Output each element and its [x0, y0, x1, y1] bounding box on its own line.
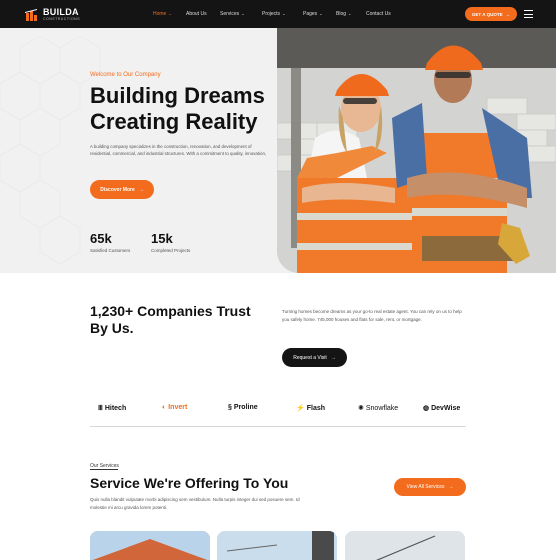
nav-pages-label: Pages	[303, 11, 318, 17]
get-a-quote-label: GET A QUOTE	[471, 11, 503, 17]
welcome-kicker: Welcome to Our Company	[90, 72, 161, 78]
stat-value: 65k	[90, 231, 112, 246]
logo[interactable]: BUILDA CONSTRUCTIONS	[25, 6, 80, 23]
nav-blog[interactable]: Blog ⌄	[336, 11, 352, 17]
devwise-logo-icon: ◍	[423, 405, 430, 412]
hitech-logo-icon: Ⅲ	[98, 405, 103, 412]
brand-name: Proline	[233, 404, 258, 411]
nav-home-label: Home	[153, 11, 167, 17]
nav-pages[interactable]: Pages ⌄	[303, 11, 323, 17]
service-card-roof-photo[interactable]	[90, 531, 210, 560]
nav-about-us[interactable]: About Us	[186, 11, 207, 17]
services-title: Service We're Offering To You	[90, 475, 289, 491]
invert-logo-icon: ◐	[162, 404, 167, 411]
service-card-site-photo[interactable]	[345, 531, 465, 560]
brand-name: Invert	[168, 404, 188, 411]
stat-label: Satisfied Customers	[90, 248, 131, 253]
chevron-down-icon: ⌄	[168, 11, 172, 16]
view-all-services-button[interactable]: View All Services →	[394, 478, 466, 496]
request-visit-label: Request a Visit	[293, 354, 327, 361]
chevron-down-icon: ⌄	[241, 11, 245, 16]
top-navbar: BUILDA CONSTRUCTIONS Home ⌄ About Us Ser…	[0, 0, 556, 28]
arrow-right-icon: →	[505, 11, 511, 17]
arrow-right-icon: →	[448, 484, 454, 490]
logo-tagline: CONSTRUCTIONS	[43, 16, 81, 21]
headline-line-1: Building Dreams	[90, 83, 265, 108]
arrow-right-icon: →	[138, 186, 144, 193]
flash-logo-icon: ⚡	[296, 405, 305, 412]
view-all-label: View All Services	[406, 484, 445, 490]
brand-logo: ✺ Snowflake	[358, 404, 399, 413]
hero-description: A building company specializes in the co…	[90, 144, 267, 156]
stat-satisfied-customers: 65k Satisfied Customers	[90, 231, 131, 254]
services-description: Quis nulla blandit vulputate morbi adipi…	[90, 497, 300, 510]
logo-name: BUILDA	[43, 6, 79, 17]
brand-logo: § Proline	[228, 404, 258, 411]
nav-blog-label: Blog	[336, 11, 347, 17]
nav-projects-label: Projects	[262, 11, 281, 17]
brand-logo: ◐ Invert	[162, 404, 187, 411]
chevron-down-icon: ⌄	[319, 11, 323, 16]
request-a-visit-button[interactable]: Request a Visit →	[282, 348, 347, 367]
stat-value: 15k	[151, 231, 173, 246]
nav-contact-us[interactable]: Contact Us	[366, 11, 391, 17]
hero-workers-photo	[277, 28, 556, 273]
snowflake-logo-icon: ✺	[358, 405, 364, 412]
brand-name: Hitech	[104, 404, 127, 412]
stat-completed-projects: 15k Completed Projects	[151, 231, 191, 254]
section-divider	[90, 426, 466, 427]
discover-more-label: Discover More	[100, 186, 135, 193]
brand-logo: ◍ DevWise	[423, 404, 461, 413]
nav-about-label: About Us	[186, 11, 207, 17]
chevron-down-icon: ⌄	[348, 11, 352, 16]
kicker-underline	[90, 469, 118, 470]
companies-description: Turning homes become dreams as your go-t…	[282, 309, 462, 322]
hamburger-menu-icon[interactable]	[524, 10, 533, 18]
hero-headline: Building Dreams Creating Reality	[90, 83, 290, 135]
companies-title: 1,230+ Companies Trust By Us.	[90, 303, 251, 336]
stat-label: Completed Projects	[151, 248, 191, 253]
headline-line-2: Creating Reality	[90, 109, 258, 134]
hero-section: Welcome to Our Company Building Dreams C…	[0, 28, 556, 273]
nav-home[interactable]: Home ⌄	[153, 11, 172, 17]
get-a-quote-button[interactable]: GET A QUOTE →	[465, 7, 517, 21]
brand-name: DevWise	[431, 404, 461, 412]
brand-name: Flash	[306, 404, 326, 412]
brand-name: Snowflake	[365, 404, 399, 412]
nav-services[interactable]: Services ⌄	[220, 11, 245, 17]
discover-more-button[interactable]: Discover More →	[90, 180, 154, 199]
nav-services-label: Services	[220, 11, 240, 17]
arrow-right-icon: →	[330, 354, 336, 361]
brand-logo: ⚡ Flash	[296, 404, 326, 413]
nav-contact-label: Contact Us	[366, 11, 391, 17]
nav-projects[interactable]: Projects ⌄	[262, 11, 286, 17]
logo-crane-icon	[25, 8, 39, 22]
brand-logos-row: Ⅲ Hitech ◐ Invert § Proline ⚡ Flash ✺ Sn…	[90, 401, 466, 417]
brand-logo: Ⅲ Hitech	[98, 404, 127, 413]
proline-logo-icon: §	[228, 404, 232, 411]
service-card-crane-photo[interactable]	[217, 531, 337, 560]
chevron-down-icon: ⌄	[282, 11, 286, 16]
